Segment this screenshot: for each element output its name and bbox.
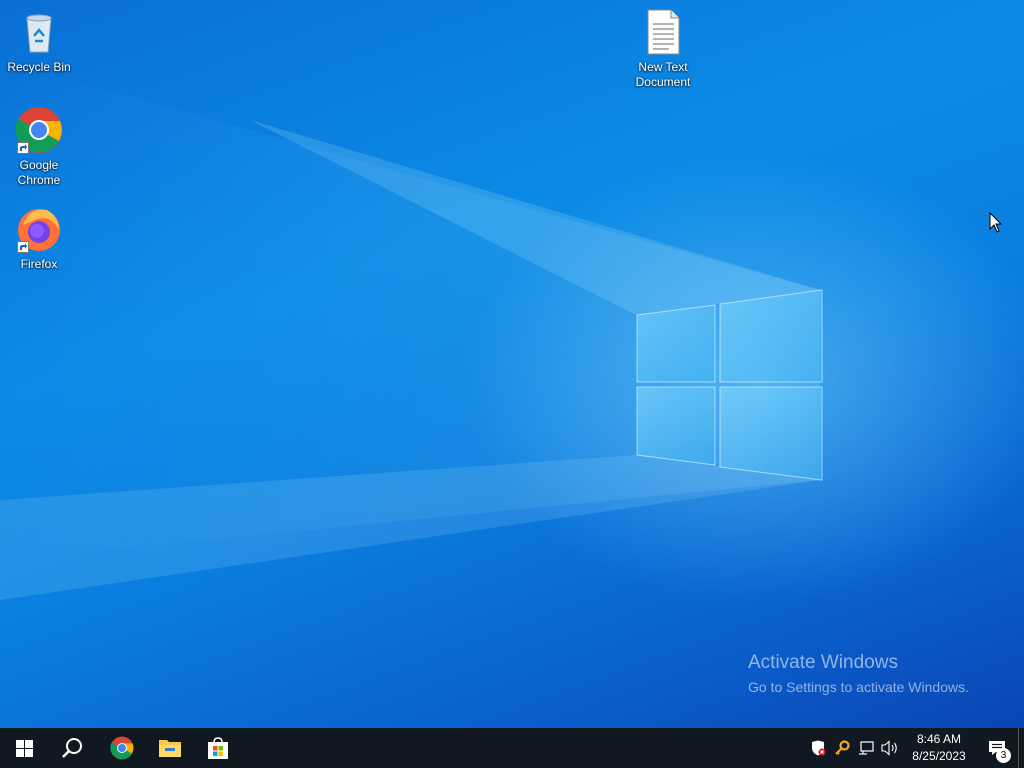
desktop-icon-google-chrome[interactable]: Google Chrome bbox=[1, 106, 77, 188]
volume-icon bbox=[881, 740, 897, 756]
desktop-icon-label: Firefox bbox=[20, 257, 58, 271]
recycle-bin-icon bbox=[15, 8, 63, 56]
tray-network-button[interactable] bbox=[854, 728, 878, 768]
desktop-icon-firefox[interactable]: Firefox bbox=[1, 205, 77, 272]
security-shield-icon bbox=[812, 740, 826, 756]
network-icon bbox=[859, 741, 874, 755]
clock-date: 8/25/2023 bbox=[912, 749, 966, 763]
mouse-cursor-icon bbox=[989, 212, 1003, 233]
action-center-button[interactable]: 3 bbox=[976, 728, 1018, 768]
key-icon bbox=[835, 740, 850, 755]
taskbar-clock[interactable]: 8:46 AM 8/25/2023 bbox=[906, 731, 972, 765]
clock-time: 8:46 AM bbox=[916, 732, 962, 746]
watermark-subtitle: Go to Settings to activate Windows. bbox=[748, 679, 969, 695]
firefox-icon bbox=[15, 205, 63, 253]
tray-security-button[interactable] bbox=[806, 728, 830, 768]
watermark-title: Activate Windows bbox=[748, 652, 898, 673]
show-desktop-button[interactable] bbox=[1018, 728, 1024, 768]
tray-key-button[interactable] bbox=[830, 728, 854, 768]
taskbar: 8:46 AM 8/25/2023 3 bbox=[0, 728, 1024, 768]
desktop-icon-new-text-document[interactable]: New Text Document bbox=[625, 8, 701, 90]
system-tray: 8:46 AM 8/25/2023 3 bbox=[806, 728, 1024, 768]
desktop-icon-label: Recycle Bin bbox=[7, 60, 71, 74]
search-icon bbox=[62, 738, 82, 758]
taskbar-chrome-button[interactable] bbox=[98, 728, 146, 768]
text-document-icon bbox=[639, 8, 687, 56]
taskbar-microsoft-store-button[interactable] bbox=[194, 728, 242, 768]
wallpaper-windows-logo bbox=[0, 60, 823, 600]
chrome-icon bbox=[15, 106, 63, 154]
activation-watermark: Activate Windows Go to Settings to activ… bbox=[748, 652, 969, 695]
desktop-icon-label: Google Chrome bbox=[17, 158, 61, 187]
start-button[interactable] bbox=[0, 728, 48, 768]
windows-start-icon bbox=[15, 739, 33, 757]
taskbar-file-explorer-button[interactable] bbox=[146, 728, 194, 768]
search-button[interactable] bbox=[48, 728, 96, 768]
file-explorer-icon bbox=[159, 740, 181, 757]
chrome-icon bbox=[110, 736, 134, 760]
shortcut-arrow-icon bbox=[17, 241, 29, 253]
desktop-icon-recycle-bin[interactable]: Recycle Bin bbox=[1, 8, 77, 75]
tray-volume-button[interactable] bbox=[878, 728, 902, 768]
microsoft-store-icon bbox=[208, 737, 228, 759]
shortcut-arrow-icon bbox=[17, 142, 29, 154]
desktop-icon-label: New Text Document bbox=[635, 60, 691, 89]
notification-count-badge: 3 bbox=[996, 748, 1011, 763]
